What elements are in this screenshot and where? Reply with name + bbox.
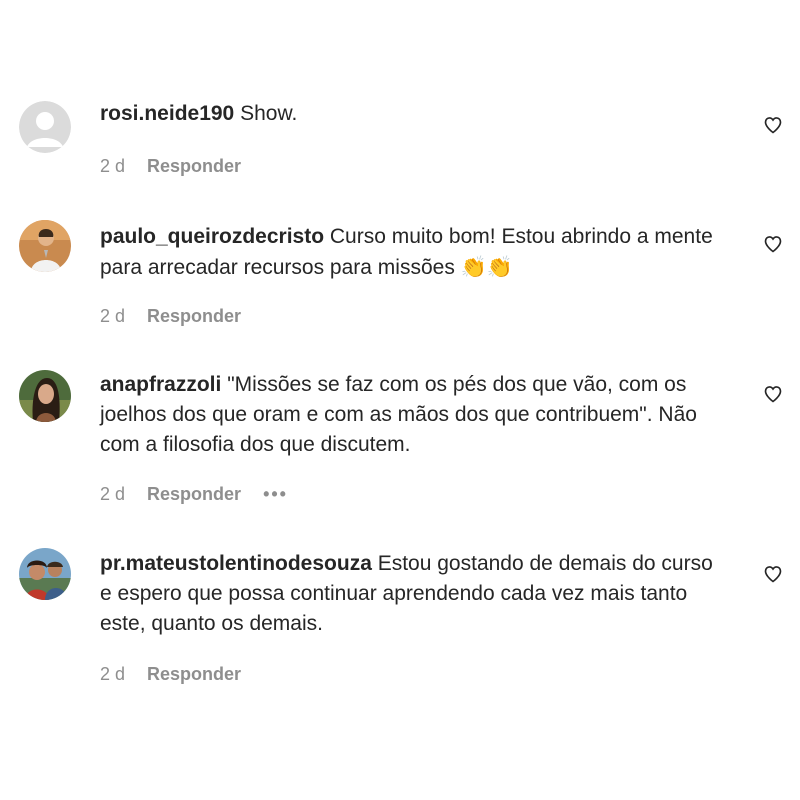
user-photo-avatar[interactable] — [19, 370, 71, 422]
reply-button[interactable]: Responder — [147, 156, 241, 177]
comment-body: rosi.neide190 Show. — [100, 99, 730, 129]
comment-timestamp: 2 d — [100, 664, 126, 684]
comment-text: Show. — [240, 102, 298, 125]
reply-button[interactable]: Responder — [147, 664, 241, 685]
comment-body: pr.mateustolentinodesouza Estou gostando… — [100, 549, 730, 639]
heart-icon[interactable] — [763, 115, 783, 135]
reply-button[interactable]: Responder — [147, 306, 241, 327]
comments-section: rosi.neide190 Show. 2 d Responder paulo_… — [0, 0, 800, 800]
reply-button[interactable]: Responder — [147, 484, 241, 505]
default-avatar-icon[interactable] — [19, 101, 71, 153]
comment-timestamp: 2 d — [100, 156, 126, 176]
comment-username[interactable]: pr.mateustolentinodesouza — [100, 552, 372, 575]
heart-icon[interactable] — [763, 234, 783, 254]
comment-username[interactable]: paulo_queirozdecristo — [100, 225, 324, 248]
heart-icon[interactable] — [763, 384, 783, 404]
heart-icon[interactable] — [763, 564, 783, 584]
comment-body: anapfrazzoli "Missões se faz com os pés … — [100, 370, 730, 460]
comment-meta: 2 d Responder — [100, 156, 241, 177]
comment-username[interactable]: rosi.neide190 — [100, 102, 234, 125]
comment-timestamp: 2 d — [100, 306, 126, 326]
comment-timestamp: 2 d — [100, 484, 126, 504]
comment-meta: 2 d Responder — [100, 664, 241, 685]
clapping-hands-icon: 👏👏 — [460, 255, 513, 279]
user-photo-avatar[interactable] — [19, 548, 71, 600]
comment-meta: 2 d Responder ••• — [100, 484, 288, 505]
more-options-icon[interactable]: ••• — [263, 484, 288, 505]
comment-username[interactable]: anapfrazzoli — [100, 373, 221, 396]
user-photo-avatar[interactable] — [19, 220, 71, 272]
comment-meta: 2 d Responder — [100, 306, 241, 327]
comment-body: paulo_queirozdecristo Curso muito bom! E… — [100, 222, 730, 283]
